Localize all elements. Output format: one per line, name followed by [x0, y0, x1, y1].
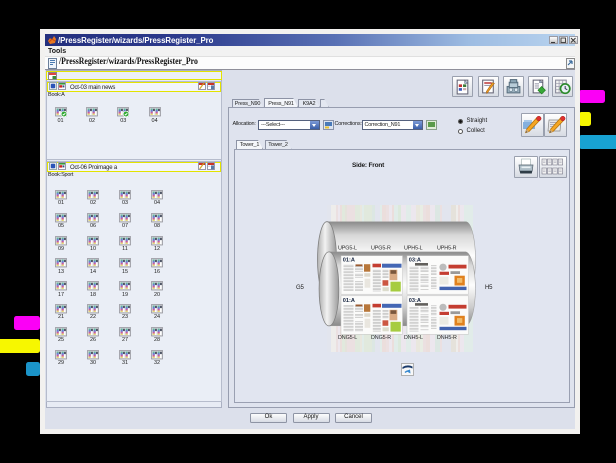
svg-text:UPG5-L: UPG5-L	[338, 246, 357, 252]
svg-text:UPH5-R: UPH5-R	[437, 246, 457, 252]
svg-text:DNH5-L: DNH5-L	[404, 335, 423, 341]
svg-text:UPH5-L: UPH5-L	[404, 246, 423, 252]
svg-text:DNH5-R: DNH5-R	[437, 335, 457, 341]
svg-text:DNG5-R: DNG5-R	[371, 335, 391, 341]
svg-text:DNG5-L: DNG5-L	[338, 335, 357, 341]
svg-text:UPG5-R: UPG5-R	[371, 246, 391, 252]
